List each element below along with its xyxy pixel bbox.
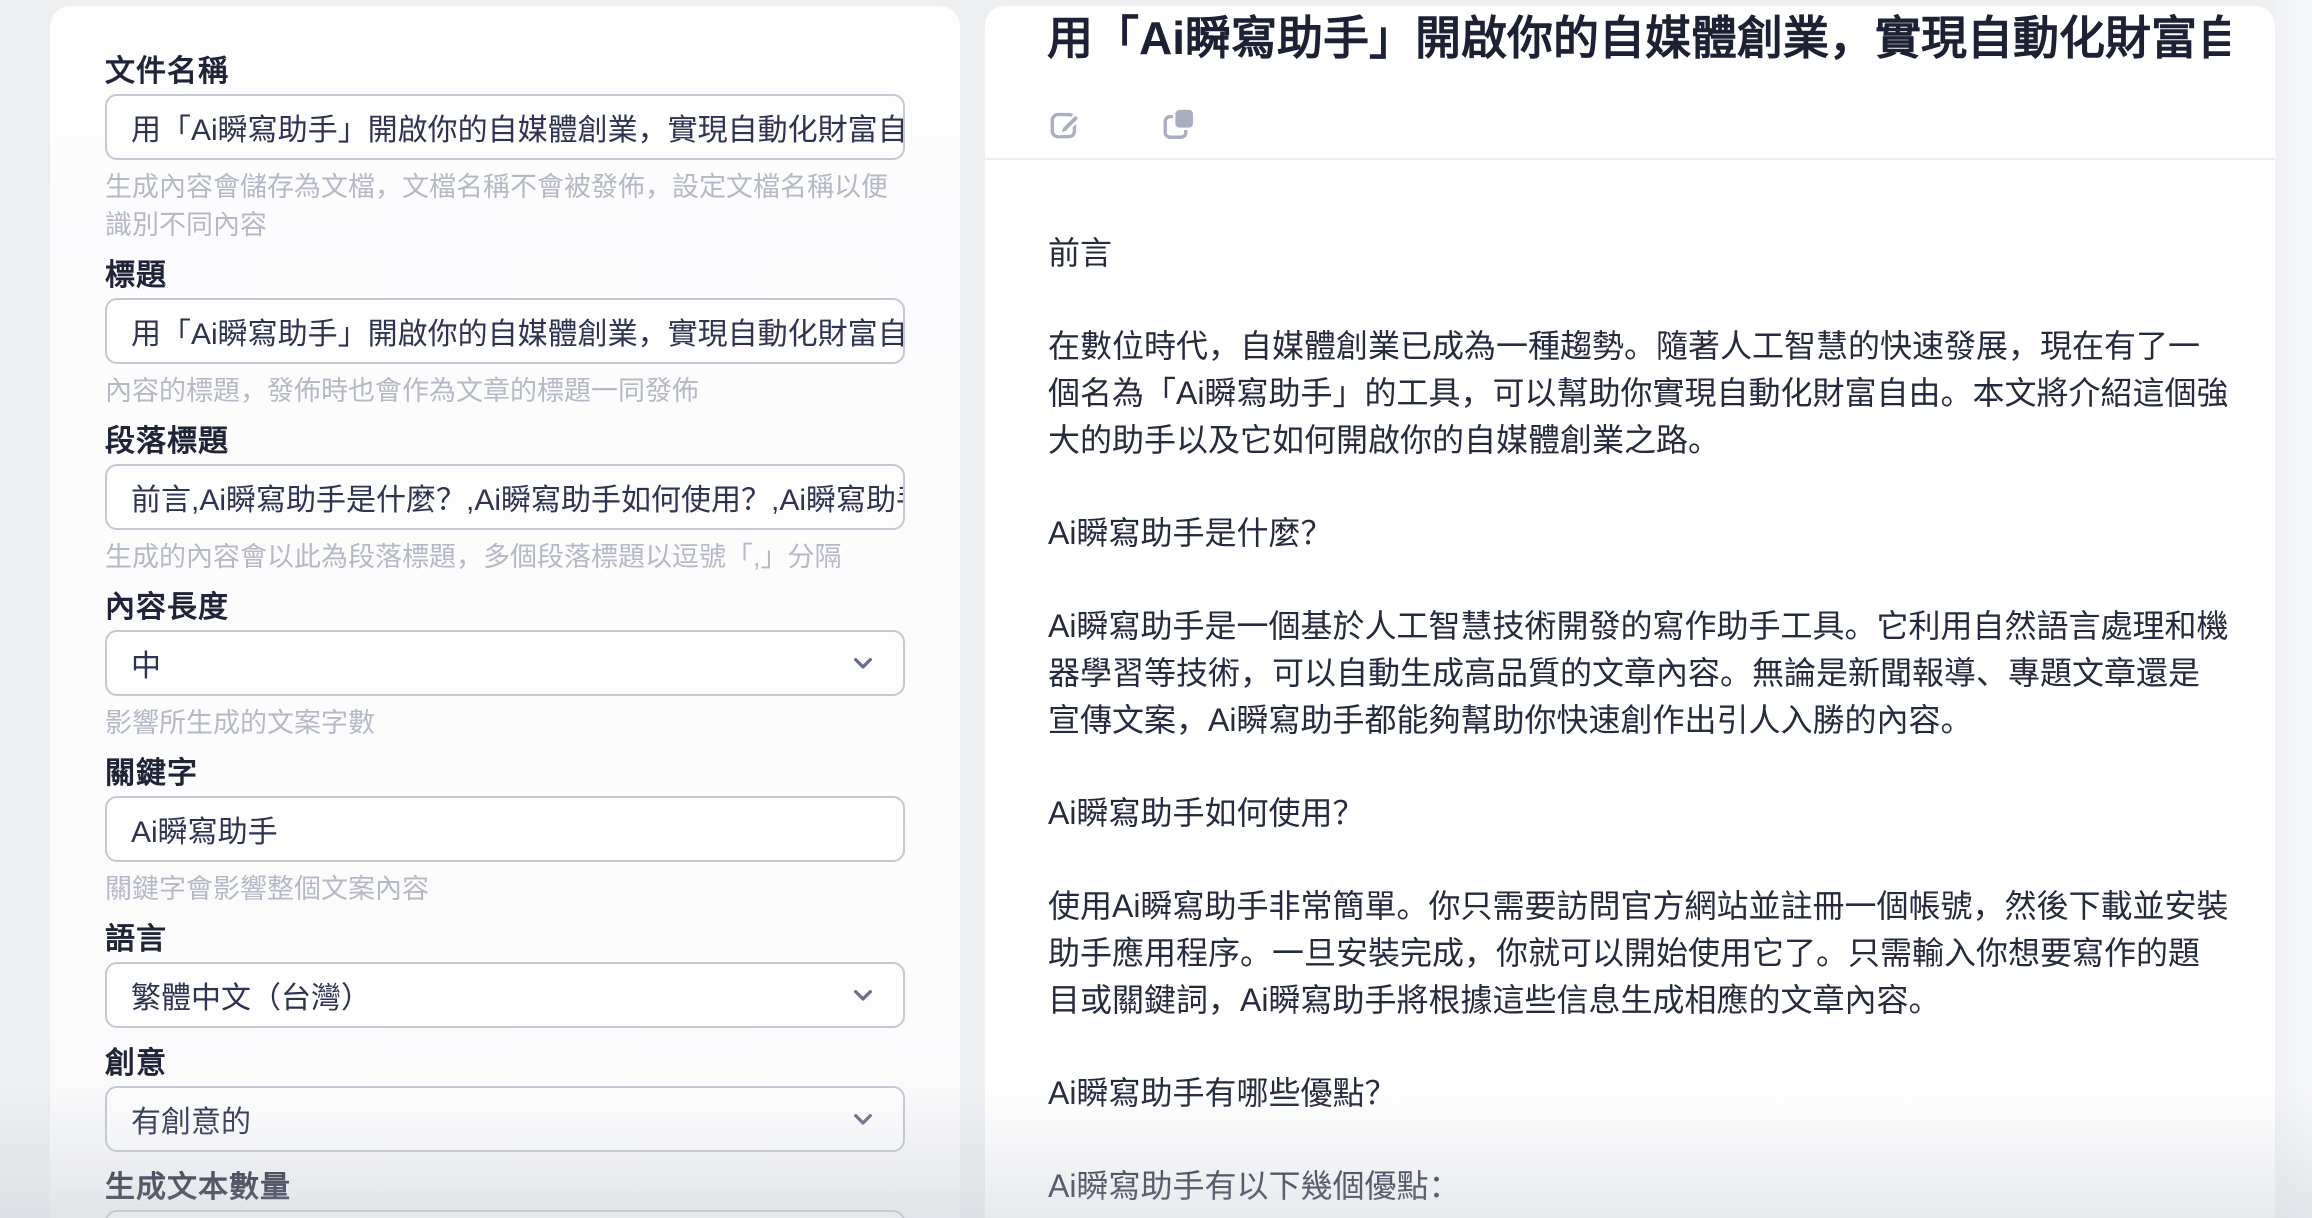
preview-block: Ai瞬寫助手有以下幾個優點：: [1048, 1163, 2230, 1210]
copy-button[interactable]: [1161, 105, 1199, 143]
document-name-helper: 生成內容會儲存為文檔，文檔名稱不會被發佈，設定文檔名稱以便識別不同內容: [105, 168, 905, 244]
content-length-helper: 影響所生成的文案字數: [105, 704, 905, 742]
edit-button[interactable]: [1047, 105, 1085, 143]
chevron-down-icon: [847, 647, 879, 679]
generate-count-label: 生成文本數量: [105, 1172, 905, 1204]
creativity-label: 創意: [105, 1048, 905, 1080]
document-name-input[interactable]: 用「Ai瞬寫助手」開啟你的自媒體創業，實現自動化財富自由！: [105, 94, 905, 160]
field-paragraph-titles: 段落標題 前言,Ai瞬寫助手是什麼？,Ai瞬寫助手如何使用？,Ai瞬寫助手有哪些…: [105, 426, 905, 576]
paragraph-titles-helper: 生成的內容會以此為段落標題，多個段落標題以逗號「,」分隔: [105, 538, 905, 576]
title-helper: 內容的標題，發佈時也會作為文章的標題一同發佈: [105, 372, 905, 410]
preview-block: Ai瞬寫助手是一個基於人工智慧技術開發的寫作助手工具。它利用自然語言處理和機器學…: [1048, 603, 2230, 744]
field-content-length: 內容長度 中 影響所生成的文案字數: [105, 592, 905, 742]
paragraph-titles-value: 前言,Ai瞬寫助手是什麼？,Ai瞬寫助手如何使用？,Ai瞬寫助手有哪些優點: [131, 475, 905, 519]
preview-block: Ai瞬寫助手是什麼？: [1048, 510, 2230, 557]
right-gutter: [2275, 0, 2312, 1218]
content-length-select[interactable]: 中: [105, 630, 905, 696]
preview-title: 用「Ai瞬寫助手」開啟你的自媒體創業，實現自動化財富自由！: [1047, 10, 2230, 66]
content-length-label: 內容長度: [105, 592, 905, 624]
keywords-helper: 關鍵字會影響整個文案內容: [105, 870, 905, 908]
creativity-value: 有創意的: [131, 1097, 251, 1141]
document-name-value: 用「Ai瞬寫助手」開啟你的自媒體創業，實現自動化財富自由！: [131, 105, 905, 149]
field-generate-count: 生成文本數量: [105, 1172, 905, 1218]
preview-block: 在數位時代，自媒體創業已成為一種趨勢。隨著人工智慧的快速發展，現在有了一個名為「…: [1048, 323, 2230, 464]
preview-body: 前言 在數位時代，自媒體創業已成為一種趨勢。隨著人工智慧的快速發展，現在有了一個…: [985, 160, 2275, 1210]
document-name-label: 文件名稱: [105, 56, 905, 88]
chevron-down-icon: [847, 979, 879, 1011]
preview-block: Ai瞬寫助手如何使用？: [1048, 790, 2230, 837]
paragraph-titles-label: 段落標題: [105, 426, 905, 458]
paragraph-titles-input[interactable]: 前言,Ai瞬寫助手是什麼？,Ai瞬寫助手如何使用？,Ai瞬寫助手有哪些優點: [105, 464, 905, 530]
keywords-label: 關鍵字: [105, 758, 905, 790]
preview-toolbar: [1047, 104, 2230, 144]
field-keywords: 關鍵字 Ai瞬寫助手 關鍵字會影響整個文案內容: [105, 758, 905, 908]
language-label: 語言: [105, 924, 905, 956]
keywords-input[interactable]: Ai瞬寫助手: [105, 796, 905, 862]
preview-block: 使用Ai瞬寫助手非常簡單。你只需要訪問官方網站並註冊一個帳號，然後下載並安裝助手…: [1048, 883, 2230, 1024]
title-input[interactable]: 用「Ai瞬寫助手」開啟你的自媒體創業，實現自動化財富自由！: [105, 298, 905, 364]
content-length-value: 中: [131, 641, 161, 685]
generated-content-panel: 用「Ai瞬寫助手」開啟你的自媒體創業，實現自動化財富自由！: [985, 6, 2275, 1218]
edit-icon: [1047, 104, 1085, 145]
preview-block: 前言: [1048, 230, 2230, 277]
title-label: 標題: [105, 260, 905, 292]
title-value: 用「Ai瞬寫助手」開啟你的自媒體創業，實現自動化財富自由！: [131, 309, 905, 353]
field-document-name: 文件名稱 用「Ai瞬寫助手」開啟你的自媒體創業，實現自動化財富自由！ 生成內容會…: [105, 56, 905, 244]
field-creativity: 創意 有創意的: [105, 1048, 905, 1152]
field-title: 標題 用「Ai瞬寫助手」開啟你的自媒體創業，實現自動化財富自由！ 內容的標題，發…: [105, 260, 905, 410]
creativity-select[interactable]: 有創意的: [105, 1086, 905, 1152]
preview-block: Ai瞬寫助手有哪些優點？: [1048, 1070, 2230, 1117]
language-value: 繁體中文（台灣）: [131, 973, 371, 1017]
generate-count-input[interactable]: [105, 1210, 905, 1218]
chevron-down-icon: [847, 1103, 879, 1135]
keywords-value: Ai瞬寫助手: [131, 807, 278, 851]
language-select[interactable]: 繁體中文（台灣）: [105, 962, 905, 1028]
generation-settings-panel: 文件名稱 用「Ai瞬寫助手」開啟你的自媒體創業，實現自動化財富自由！ 生成內容會…: [50, 6, 960, 1218]
field-language: 語言 繁體中文（台灣）: [105, 924, 905, 1028]
copy-icon: [1161, 104, 1199, 145]
